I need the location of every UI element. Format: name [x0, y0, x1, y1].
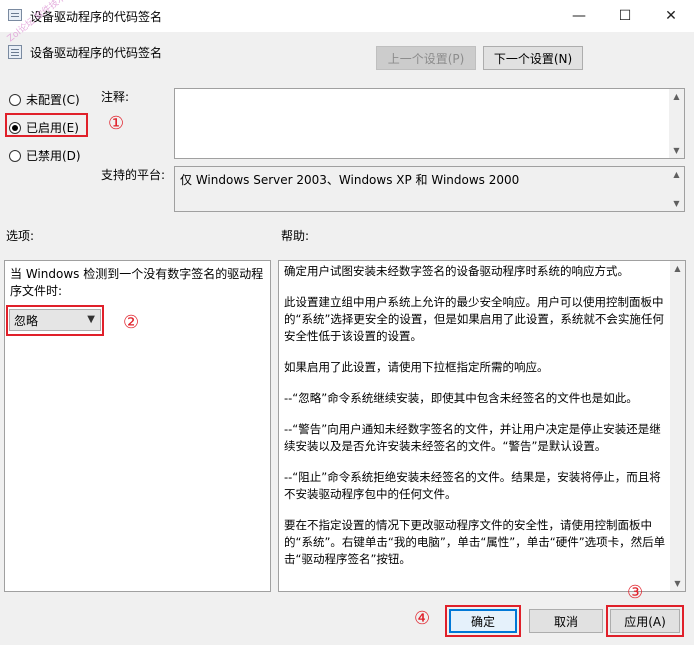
- scroll-up-icon[interactable]: ▲: [669, 167, 684, 182]
- radio-disabled[interactable]: 已禁用(D): [9, 147, 81, 164]
- minimize-icon[interactable]: —: [556, 0, 602, 32]
- scroll-up-icon[interactable]: ▲: [669, 89, 684, 104]
- maximize-icon[interactable]: ☐: [602, 0, 648, 32]
- annotation-marker-2: ②: [123, 312, 140, 333]
- policy-app-icon: [8, 9, 22, 21]
- apply-button[interactable]: 应用(A): [610, 609, 680, 633]
- options-label: 选项:: [6, 229, 35, 243]
- radio-indicator[interactable]: [9, 149, 21, 162]
- annotation-marker-4: ④: [414, 608, 431, 629]
- radio-label: 已禁用(D): [26, 149, 81, 163]
- cancel-button[interactable]: 取消: [529, 609, 603, 633]
- help-paragraph: 确定用户试图安装未经数字签名的设备驱动程序时系统的响应方式。: [284, 264, 629, 278]
- radio-enabled[interactable]: 已启用(E): [9, 119, 79, 136]
- help-paragraph: 如果启用了此设置，请使用下拉框指定所需的响应。: [284, 360, 549, 374]
- radio-indicator[interactable]: [9, 121, 21, 134]
- radio-label: 已启用(E): [26, 121, 79, 135]
- supported-platform-value: 仅 Windows Server 2003、Windows XP 和 Windo…: [180, 173, 520, 187]
- scroll-down-icon[interactable]: ▼: [670, 576, 685, 591]
- help-content: 确定用户试图安装未经数字签名的设备驱动程序时系统的响应方式。 此设置建立组中用户…: [284, 263, 667, 582]
- radio-indicator[interactable]: [9, 93, 21, 106]
- scroll-up-icon[interactable]: ▲: [670, 261, 685, 276]
- comment-label: 注释:: [101, 90, 130, 104]
- scroll-down-icon[interactable]: ▼: [669, 143, 684, 158]
- help-paragraph: --“阻止”命令系统拒绝安装未经签名的文件。结果是，安装将停止，而且将不安装驱动…: [284, 470, 661, 501]
- help-paragraph: --“警告”向用户通知未经数字签名的文件，并让用户决定是停止安装还是继续安装以及…: [284, 422, 661, 453]
- supported-platform-field: 仅 Windows Server 2003、Windows XP 和 Windo…: [174, 166, 685, 212]
- unsigned-driver-action-select[interactable]: 忽略 ▼: [9, 309, 101, 331]
- help-panel: 确定用户试图安装未经数字签名的设备驱动程序时系统的响应方式。 此设置建立组中用户…: [278, 260, 686, 592]
- options-description: 当 Windows 检测到一个没有数字签名的驱动程序文件时:: [10, 267, 264, 298]
- scroll-down-icon[interactable]: ▼: [669, 196, 684, 211]
- annotation-marker-1: ①: [108, 113, 125, 134]
- select-value: 忽略: [14, 313, 39, 328]
- ok-button[interactable]: 确定: [449, 609, 517, 633]
- help-label: 帮助:: [281, 229, 310, 243]
- policy-setting-icon: [8, 45, 22, 59]
- radio-label: 未配置(C): [26, 93, 80, 107]
- comment-textarea[interactable]: ▲ ▼: [174, 88, 685, 159]
- previous-setting-button[interactable]: 上一个设置(P): [376, 46, 476, 70]
- comment-scrollbar[interactable]: ▲ ▼: [669, 89, 684, 158]
- chevron-down-icon[interactable]: ▼: [87, 314, 95, 325]
- radio-not-configured[interactable]: 未配置(C): [9, 91, 80, 108]
- help-paragraph: --“忽略”命令系统继续安装，即使其中包含未经签名的文件也是如此。: [284, 391, 638, 405]
- help-paragraph: 要在不指定设置的情况下更改驱动程序文件的安全性，请使用控制面板中的“系统”。右键…: [284, 518, 666, 566]
- help-scrollbar[interactable]: ▲ ▼: [670, 261, 685, 591]
- supported-platform-label: 支持的平台:: [101, 168, 166, 182]
- close-icon[interactable]: ✕: [648, 0, 694, 32]
- annotation-marker-3: ③: [627, 582, 644, 603]
- help-paragraph: 此设置建立组中用户系统上允许的最少安全响应。用户可以使用控制面板中的“系统”选择…: [284, 295, 664, 343]
- policy-title: 设备驱动程序的代码签名: [30, 46, 163, 60]
- platform-scrollbar[interactable]: ▲ ▼: [669, 167, 684, 211]
- next-setting-button[interactable]: 下一个设置(N): [483, 46, 583, 70]
